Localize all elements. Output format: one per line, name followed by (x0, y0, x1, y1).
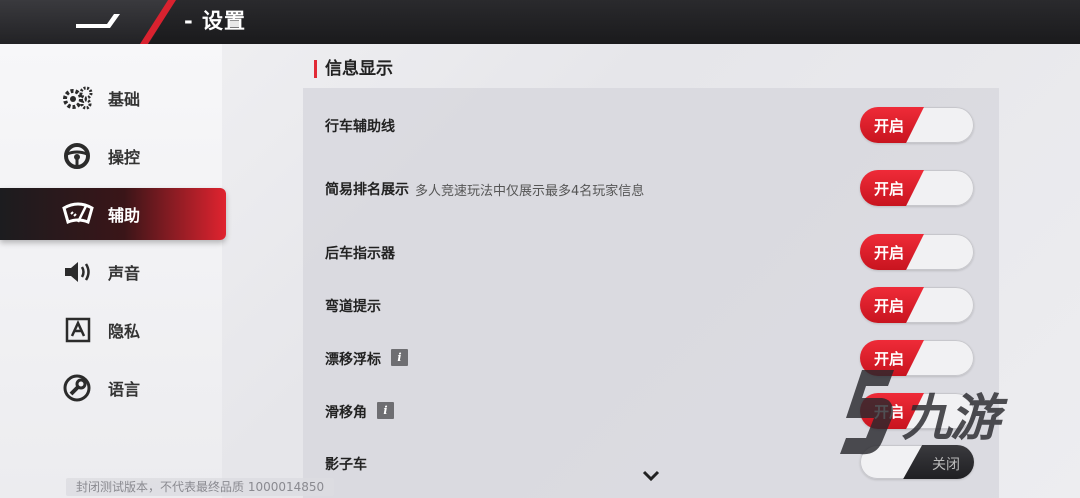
sidebar-item-privacy[interactable]: 隐私 (0, 304, 226, 356)
setting-name: 滑移角 (325, 405, 367, 421)
privacy-icon (65, 317, 91, 343)
sidebar-item-label: 声音 (108, 264, 141, 283)
back-icon[interactable] (70, 10, 126, 32)
section-title: 信息显示 (314, 60, 393, 78)
wrench-icon (63, 374, 91, 402)
setting-name: 行车辅助线 (325, 119, 395, 135)
setting-row-corner-hint: 弯道提示 开启 (303, 286, 999, 326)
watermark-text: 九游 (902, 388, 1000, 447)
corner-hint-toggle[interactable]: 开启 (860, 287, 974, 323)
watermark-logo-icon (840, 370, 894, 455)
toggle-state-label: 开启 (874, 117, 905, 135)
steering-wheel-icon (64, 143, 90, 169)
gears-icon (63, 86, 93, 110)
setting-row-driving-line: 行车辅助线 开启 (303, 106, 999, 146)
build-version-note: 封闭测试版本，不代表最终品质 1000014850 (66, 478, 335, 496)
sidebar-item-sound[interactable]: 声音 (0, 246, 226, 298)
sidebar-item-label: 操控 (108, 148, 141, 167)
info-icon[interactable]: i (377, 402, 394, 419)
setting-name: 弯道提示 (325, 299, 381, 315)
page-title: - 设置 (184, 9, 247, 33)
sidebar-item-basic[interactable]: 基础 (0, 72, 226, 124)
sidebar-item-label: 隐私 (108, 322, 141, 341)
driving-line-toggle[interactable]: 开启 (860, 107, 974, 143)
toggle-state-label: 开启 (874, 244, 905, 262)
simple-ranking-toggle[interactable]: 开启 (860, 170, 974, 206)
sidebar-item-language[interactable]: 语言 (0, 362, 226, 414)
toggle-state-label: 开启 (874, 180, 905, 198)
chevron-down-icon[interactable] (642, 470, 660, 482)
info-icon[interactable]: i (391, 349, 408, 366)
setting-name: 影子车 (325, 457, 367, 473)
rear-indicator-toggle[interactable]: 开启 (860, 234, 974, 270)
sidebar-item-label: 辅助 (108, 206, 141, 225)
site-watermark: 九游 (832, 364, 1044, 460)
toggle-state-label: 开启 (874, 297, 905, 315)
speaker-icon (65, 262, 90, 282)
wiper-icon (62, 202, 94, 225)
sidebar-item-controls[interactable]: 操控 (0, 130, 226, 182)
setting-description: 多人竞速玩法中仅展示最多4名玩家信息 (415, 184, 645, 199)
setting-row-rear-indicator: 后车指示器 开启 (303, 233, 999, 273)
setting-name: 后车指示器 (325, 246, 395, 262)
sidebar-item-label: 语言 (108, 380, 141, 399)
setting-name: 漂移浮标 (325, 352, 381, 368)
top-bar: - 设置 (0, 0, 1080, 47)
setting-name: 简易排名展示 (325, 182, 409, 198)
sidebar-item-label: 基础 (108, 90, 141, 109)
setting-row-simple-ranking: 简易排名展示 多人竞速玩法中仅展示最多4名玩家信息 开启 (303, 169, 999, 209)
sidebar-item-assist[interactable]: 辅助 (0, 188, 226, 240)
